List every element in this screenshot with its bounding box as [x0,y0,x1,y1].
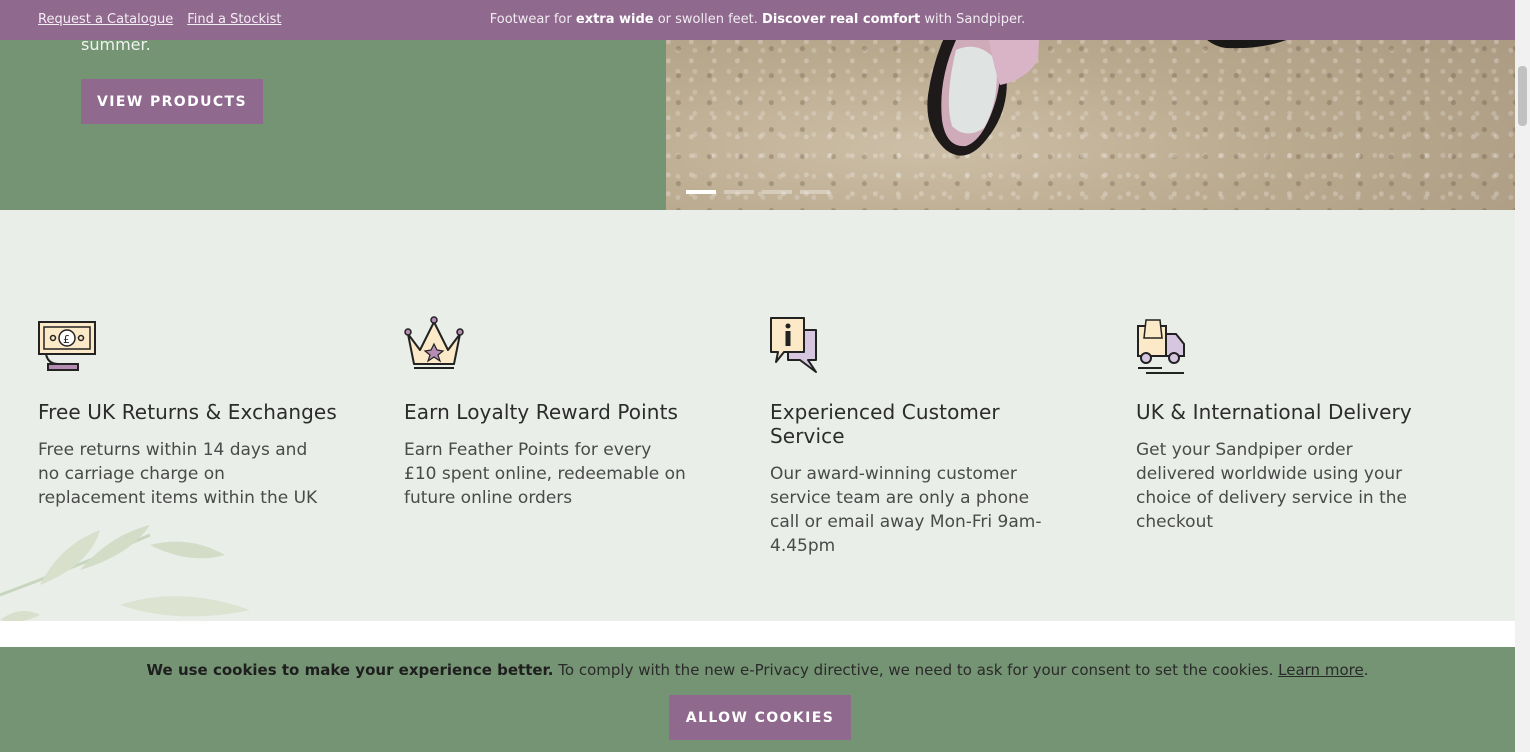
view-products-button[interactable]: VIEW PRODUCTS [81,79,263,124]
feature-title: Free UK Returns & Exchanges [38,400,337,424]
announce-bold: Discover real comfort [762,12,921,27]
page-scrollbar[interactable] [1515,0,1530,752]
learn-more-link[interactable]: Learn more [1278,661,1364,679]
announce-bold: extra wide [575,12,654,27]
section-divider [0,621,1515,647]
feature-delivery: UK & International Delivery Get your San… [1136,316,1436,534]
feature-title: UK & International Delivery [1136,400,1412,424]
feature-returns: £ Free UK Returns & Exchanges Free retur… [38,316,338,510]
cookie-message: We use cookies to make your experience b… [0,661,1515,679]
slider-dot-2[interactable] [724,190,754,194]
announcement-text: Footwear for extra wide or swollen feet.… [0,12,1515,27]
delivery-van-icon [1137,319,1185,374]
cookie-bold: We use cookies to make your experience b… [146,661,554,679]
svg-text:£: £ [63,333,70,346]
leaf-decoration [0,525,250,621]
announce-part: Footwear for [489,12,576,27]
slider-dot-4[interactable] [800,190,830,194]
announce-part: or swollen feet. [653,12,763,27]
slider-dot-3[interactable] [762,190,792,194]
announce-part: with Sandpiper. [920,12,1026,27]
feature-text: Our award-winning customer service team … [770,464,1042,556]
feature-text: Get your Sandpiper order delivered world… [1136,440,1408,532]
info-speech-icon [770,317,817,373]
feature-text: Free returns within 14 days and no carri… [38,440,318,508]
announcement-bar: Request a Catalogue Find a Stockist Foot… [0,0,1515,40]
crown-icon [404,316,464,369]
cookie-text: To comply with the new e-Privacy directi… [553,661,1279,679]
feature-service: Experienced Customer Service Our award-w… [770,316,1070,558]
cash-hand-icon: £ [38,321,96,371]
hero-slider-dots [686,190,830,194]
feature-loyalty: Earn Loyalty Reward Points Earn Feather … [404,316,704,510]
features-section: £ Free UK Returns & Exchanges Free retur… [0,210,1515,621]
slider-dot-1[interactable] [686,190,716,194]
scrollbar-thumb[interactable] [1518,66,1527,126]
cookie-banner: We use cookies to make your experience b… [0,647,1515,752]
allow-cookies-button[interactable]: ALLOW COOKIES [669,695,851,740]
feature-text: Earn Feather Points for every £10 spent … [404,440,686,508]
feature-title: Experienced Customer Service [770,400,1000,448]
cookie-end: . [1363,661,1369,679]
feature-title: Earn Loyalty Reward Points [404,400,679,424]
